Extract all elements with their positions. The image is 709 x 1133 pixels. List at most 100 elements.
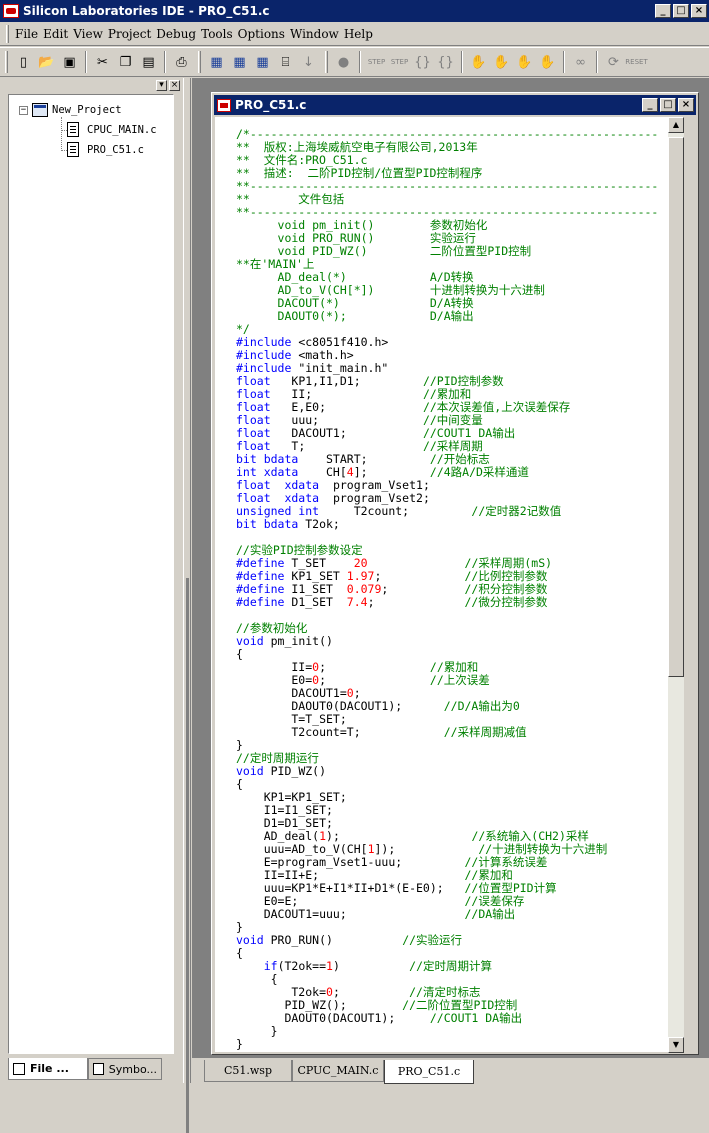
code-token: //系统输入(CH2)采样 [471,829,589,843]
code-token: //定时器2记数值 [471,504,562,518]
hand-multi-icon[interactable]: ✋ [513,51,536,73]
menu-edit[interactable]: Edit [43,27,73,41]
pane-splitter[interactable] [183,78,191,1133]
refresh-icon[interactable]: ⟳ [602,51,625,73]
toolbar-separator [461,51,463,73]
code-editor[interactable]: /*--------------------------------------… [215,117,668,1052]
copy-icon[interactable]: ❐ [114,51,137,73]
code-token: uuu=AD_to_V(CH[ [236,842,368,856]
reset-icon[interactable]: RESET [625,51,648,73]
close-button[interactable]: × [691,4,707,18]
collapse-icon[interactable]: − [19,105,28,115]
scroll-up-icon[interactable]: ▲ [668,117,684,133]
code-token: DAOUT0(DACOUT1); [236,1011,430,1025]
menu-tools[interactable]: Tools [201,27,238,41]
menu-file[interactable]: File [15,27,43,41]
build-icon[interactable]: ▦ [205,51,228,73]
step-over-icon[interactable]: STEP [388,51,411,73]
code-token: 1 [326,959,333,973]
rebuild-icon[interactable]: ▦ [228,51,251,73]
code-token: #define [236,582,285,596]
code-token: { [236,972,278,986]
code-token: //COUT1 DA输出 [429,1011,523,1025]
download-icon[interactable]: ⌸ [274,51,297,73]
tab-c51-wsp[interactable]: C51.wsp [204,1060,292,1082]
code-token: void [236,634,264,648]
open-folder-icon[interactable]: 📂 [35,51,58,73]
menu-help[interactable]: Help [344,27,378,41]
code-token: DAOUT0(DACOUT1); [236,699,444,713]
code-token: II=II+E; [236,868,465,882]
code-token: 1 [367,842,375,856]
code-token: ) [332,959,410,973]
editor-close-button[interactable]: × [678,98,694,112]
cut-icon[interactable]: ✂ [91,51,114,73]
code-token: unsigned int [236,504,320,518]
code-token: 1.97 [346,569,375,583]
tree-root[interactable]: − New_Project [19,103,122,117]
code-token: "init_main.h" [291,361,389,375]
step-out-icon[interactable]: {} [411,51,434,73]
code-token: //积分控制参数 [464,582,548,596]
menu-debug[interactable]: Debug [156,27,201,41]
hand-all-icon[interactable]: ✋ [536,51,559,73]
scroll-down-icon[interactable]: ▼ [668,1037,684,1053]
code-token: #include [236,348,292,362]
code-token: ]; [353,465,430,479]
menu-view[interactable]: View [73,27,108,41]
run-to-cursor-icon[interactable]: {} [434,51,457,73]
tab-cpuc-main[interactable]: CPUC_MAIN.c [292,1060,384,1082]
save-icon[interactable]: ▣ [58,51,81,73]
scroll-thumb[interactable] [668,137,684,677]
app-title: Silicon Laboratories IDE - PRO_C51.c [23,4,270,18]
code-token: //二阶位置型PID控制 [402,998,518,1012]
tree-file-label: CPUC_MAIN.c [87,123,157,136]
step-icon[interactable]: STEP [365,51,388,73]
code-token: DACOUT1= [236,686,347,700]
code-token: } [236,920,243,934]
code-token: E0= [236,673,313,687]
hand-icon[interactable]: ✋ [467,51,490,73]
pane-menu-icon[interactable]: ▾ [156,80,167,91]
code-line: void PID_WZ() [236,765,658,778]
code-token: START; [298,452,430,466]
menu-options[interactable]: Options [238,27,290,41]
tab-symbol-view[interactable]: Symbo... [88,1058,162,1080]
new-file-icon[interactable]: ▯ [12,51,35,73]
minimize-button[interactable]: _ [655,4,671,18]
code-token: { [236,946,243,960]
tree-file-item[interactable]: CPUC_MAIN.c [67,122,157,137]
code-token: 0 [346,686,354,700]
build-all-icon[interactable]: ▦ [251,51,274,73]
tab-pro-c51[interactable]: PRO_C51.c [384,1060,474,1084]
tab-file-view[interactable]: File ... [8,1058,88,1080]
editor-maximize-button[interactable]: □ [660,98,676,112]
tab-label: File ... [30,1062,69,1075]
code-token: bit bdata [236,517,299,531]
hand-stop-icon[interactable]: ✋ [490,51,513,73]
tree-file-item[interactable]: PRO_C51.c [67,142,144,157]
paste-icon[interactable]: ▤ [137,51,160,73]
menu-project[interactable]: Project [108,27,156,41]
code-line: bit bdata T2ok; [236,518,658,531]
maximize-button[interactable]: □ [673,4,689,18]
code-token: //COUT1 DA输出 [422,426,516,440]
download-arrow-icon[interactable]: ↓ [297,51,320,73]
editor-vertical-scrollbar[interactable]: ▲ ▼ [668,117,684,1053]
code-token: AD_deal( [236,829,320,843]
print-icon[interactable]: ⎙ [170,51,193,73]
watch-icon[interactable]: ∞ [569,51,592,73]
editor-gutter [215,117,235,1052]
code-token: ; [332,985,410,999]
stop-icon[interactable]: ● [332,51,355,73]
pane-close-icon[interactable]: × [169,80,180,91]
editor-minimize-button[interactable]: _ [642,98,658,112]
code-token: float [236,439,271,453]
code-token: 4 [346,465,354,479]
menu-window[interactable]: Window [290,27,344,41]
code-token: //累加和 [422,387,472,401]
code-token: <c8051f410.h> [291,335,389,349]
workspace-icon [32,103,48,117]
editor-title-bar: PRO_C51.c _ □ × [214,95,696,115]
